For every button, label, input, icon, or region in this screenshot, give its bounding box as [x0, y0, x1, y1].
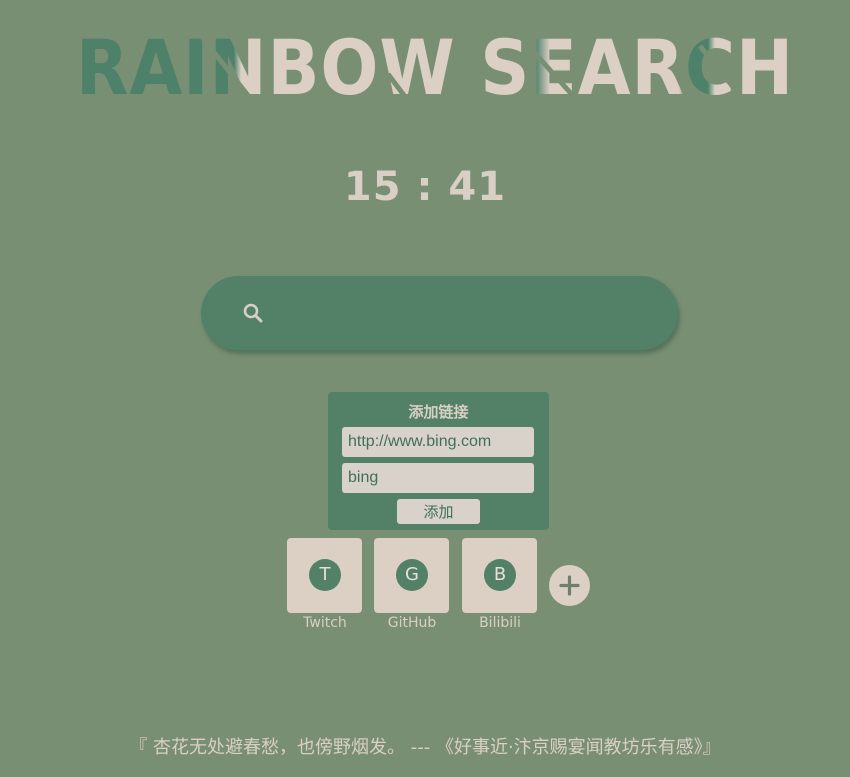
- shortcut-label: GitHub: [387, 615, 437, 631]
- logo: RAINBOW SEARCH: [70, 26, 800, 106]
- shortcut-initial-badge: B: [484, 559, 516, 591]
- add-link-panel: 添加链接 添加: [328, 392, 549, 530]
- search-bar[interactable]: [201, 276, 678, 350]
- link-url-field[interactable]: [342, 427, 534, 457]
- shortcut-tile[interactable]: B: [462, 538, 537, 613]
- shortcut-bilibili[interactable]: B Bilibili: [462, 538, 538, 638]
- logo-wordmark: RAINBOW SEARCH: [76, 26, 794, 106]
- search-input[interactable]: [281, 290, 655, 338]
- search-icon[interactable]: [241, 301, 265, 325]
- shortcut-twitch[interactable]: T Twitch: [287, 538, 363, 638]
- add-link-button[interactable]: 添加: [397, 499, 480, 524]
- add-link-title: 添加链接: [408, 403, 469, 421]
- shortcut-label: Twitch: [303, 615, 347, 631]
- plus-icon: [559, 575, 580, 596]
- shortcut-tile[interactable]: G: [374, 538, 449, 613]
- link-name-field[interactable]: [342, 463, 534, 493]
- shortcut-initial-badge: G: [396, 559, 428, 591]
- shortcut-github[interactable]: G GitHub: [374, 538, 450, 638]
- add-shortcut-button[interactable]: [549, 565, 590, 606]
- shortcut-tile[interactable]: T: [287, 538, 362, 613]
- logo-text: RAINBOW SEARCH: [76, 26, 794, 106]
- shortcut-label: Bilibili: [479, 615, 521, 631]
- clock: 15 : 41: [343, 164, 507, 210]
- page: RAINBOW SEARCH 15 : 41 添加链接 添加: [0, 0, 850, 777]
- poem-quote: 『 杏花无处避春愁，也傍野烟发。 --- 《好事近·汴京赐宴闻教坊乐有感》』: [129, 737, 721, 758]
- shortcut-initial-badge: T: [309, 559, 341, 591]
